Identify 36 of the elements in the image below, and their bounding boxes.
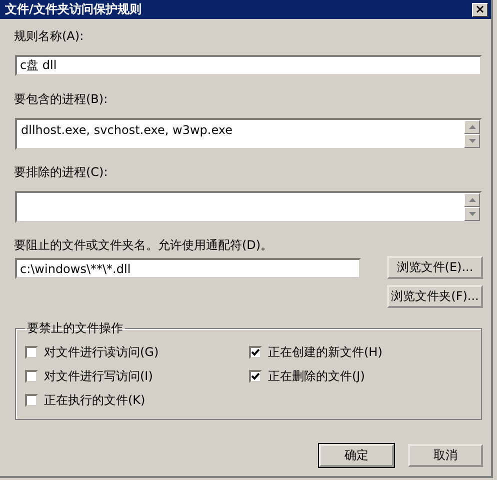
field-label: 要包含的进程(B): [14,92,109,107]
field-label: 要阻止的文件或文件夹名。允许使用通配符(D)。 [14,238,274,253]
checkbox[interactable] [25,370,38,382]
scroll-down-button[interactable] [464,134,480,148]
close-button[interactable]: × [472,2,488,16]
input-field[interactable]: c盘 dll [15,55,482,76]
checkbox[interactable] [25,394,38,406]
window-title: 文件/文件夹访问保护规则 [5,1,142,18]
text-area[interactable]: dllhost.exe, svchost.exe, w3wp.exe [15,118,482,150]
checkbox-option[interactable]: 正在删除的文件(J) [249,368,472,384]
down-arrow-icon [468,212,476,216]
input-field[interactable]: c:\windows\**\*.dll [15,258,361,279]
checkbox-option[interactable]: 对文件进行写访问(I) [25,368,249,384]
down-arrow-icon [468,139,476,143]
browse-button[interactable]: 浏览文件(E)... [387,256,483,279]
checkmark-icon [251,372,260,380]
checkbox[interactable] [25,346,38,358]
checkbox-option[interactable]: 对文件进行读访问(G) [25,344,249,360]
checkbox[interactable] [249,370,262,382]
cancel-button[interactable]: 取消 [408,444,483,467]
checkbox-option[interactable]: 正在创建的新文件(H) [249,344,472,360]
field-label: 规则名称(A): [14,29,85,44]
group-title: 要禁止的文件操作 [26,320,124,337]
checkbox-option[interactable]: 正在执行的文件(K) [25,392,249,408]
scroll-up-button[interactable] [464,193,480,207]
scroll-down-button[interactable] [464,207,480,221]
checkmark-icon [251,348,260,356]
field-label: 要排除的进程(C): [14,165,109,180]
text-value: dllhost.exe, svchost.exe, w3wp.exe [21,123,232,137]
checkbox[interactable] [249,346,262,358]
up-arrow-icon [468,198,476,202]
ok-button[interactable]: 确定 [319,444,394,467]
browse-button[interactable]: 浏览文件夹(F)... [387,285,483,308]
scroll-up-button[interactable] [464,120,480,134]
up-arrow-icon [468,125,476,129]
text-area[interactable] [15,191,482,223]
